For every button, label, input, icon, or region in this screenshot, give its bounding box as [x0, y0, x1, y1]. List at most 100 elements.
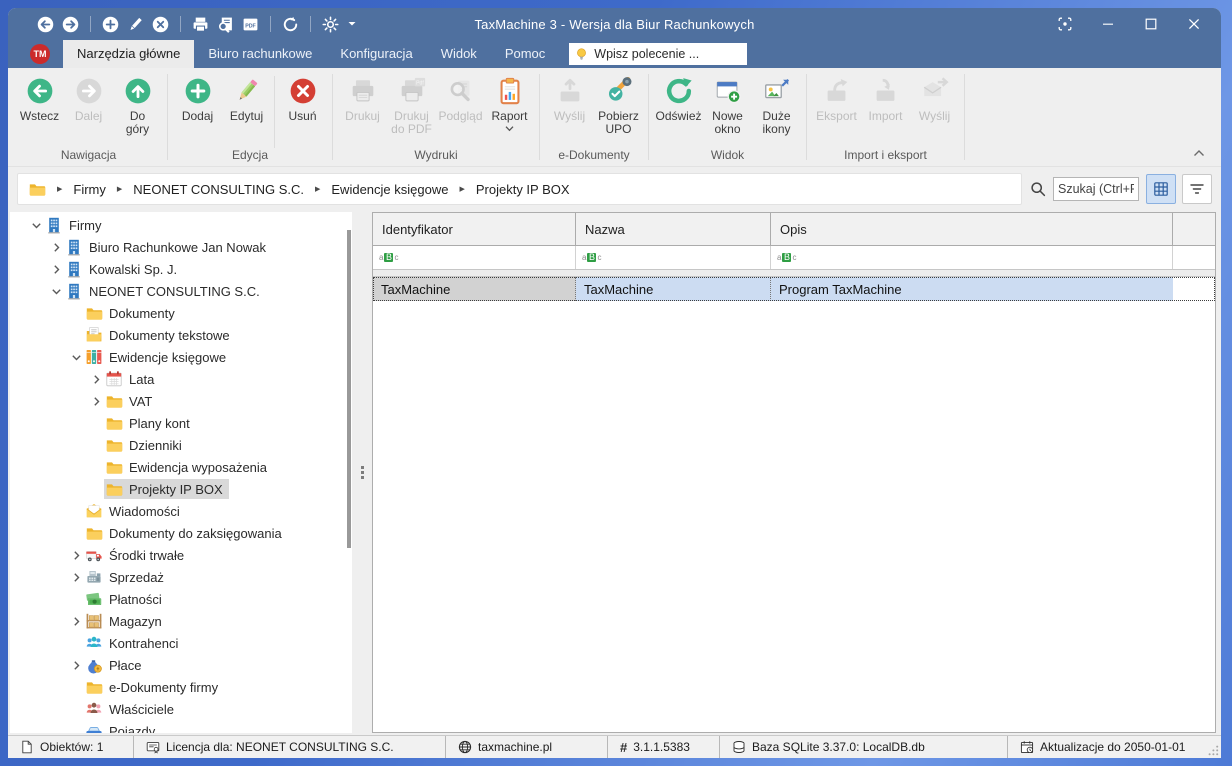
- tree-item[interactable]: Pojazdy: [10, 720, 352, 733]
- resize-grip-icon[interactable]: [1205, 742, 1219, 756]
- forward-icon: [74, 76, 104, 106]
- tab-widok[interactable]: Widok: [427, 40, 491, 68]
- column-header[interactable]: Opis: [771, 213, 1173, 245]
- tree-item[interactable]: e-Dokumenty firmy: [10, 676, 352, 698]
- tree-item[interactable]: Kowalski Sp. J.: [10, 258, 352, 280]
- chevron-down-icon[interactable]: [48, 286, 64, 297]
- panel-splitter[interactable]: [352, 212, 372, 733]
- breadcrumb[interactable]: ▶Firmy▶NEONET CONSULTING S.C.▶Ewidencje …: [17, 173, 1022, 205]
- chevron-right-icon[interactable]: [48, 264, 64, 275]
- table-cell[interactable]: TaxMachine: [576, 277, 771, 301]
- chevron-down-icon[interactable]: [68, 352, 84, 363]
- grid-view-button[interactable]: [1146, 174, 1176, 204]
- chevron-right-icon[interactable]: [68, 572, 84, 583]
- tree-item[interactable]: Płace: [10, 654, 352, 676]
- chevron-right-icon[interactable]: [68, 550, 84, 561]
- tree-item[interactable]: Lata: [10, 368, 352, 390]
- status-document: Obiektów: 1: [8, 736, 133, 758]
- table-row[interactable]: TaxMachineTaxMachineProgram TaxMachine: [373, 277, 1215, 301]
- chevron-down-icon[interactable]: [28, 220, 44, 231]
- table-cell[interactable]: TaxMachine: [373, 277, 576, 301]
- column-header[interactable]: Identyfikator: [373, 213, 576, 245]
- ribbon-button-back[interactable]: Wstecz: [15, 71, 64, 123]
- tree-item[interactable]: Dzienniki: [10, 434, 352, 456]
- breadcrumb-item[interactable]: Projekty IP BOX: [476, 182, 570, 197]
- qat-print-button[interactable]: [191, 15, 210, 34]
- tab-narzędzia-główne[interactable]: Narzędzia główne: [63, 40, 194, 68]
- tree-item-label: Pojazdy: [109, 724, 155, 734]
- tree-scrollbar[interactable]: [347, 230, 351, 548]
- qat-settings-button[interactable]: [321, 15, 340, 34]
- tree-item[interactable]: Dokumenty tekstowe: [10, 324, 352, 346]
- ribbon-button-edit[interactable]: Edytuj: [222, 71, 271, 123]
- qat-refresh-button[interactable]: [281, 15, 300, 34]
- minimize-button[interactable]: [1086, 8, 1129, 40]
- tree-item[interactable]: Ewidencja wyposażenia: [10, 456, 352, 478]
- ribbon-button-refresh[interactable]: Odśwież: [654, 71, 703, 123]
- tree-item[interactable]: Firmy: [10, 214, 352, 236]
- folder-icon: [105, 480, 123, 498]
- table-cell[interactable]: Program TaxMachine: [771, 277, 1173, 301]
- qat-add-button[interactable]: [101, 15, 120, 34]
- chevron-right-icon[interactable]: [68, 660, 84, 671]
- tree-item[interactable]: Biuro Rachunkowe Jan Nowak: [10, 236, 352, 258]
- tree-item[interactable]: Płatności: [10, 588, 352, 610]
- chevron-right-icon[interactable]: [88, 396, 104, 407]
- ribbon-button-upo[interactable]: PobierzUPO: [594, 71, 643, 136]
- ribbon-group-3: WyślijPobierzUPOe-Dokumenty: [540, 68, 648, 166]
- tree-item[interactable]: Środki trwałe: [10, 544, 352, 566]
- ribbon-button-delete[interactable]: Usuń: [278, 71, 327, 123]
- qat-forward-button[interactable]: [61, 15, 80, 34]
- tree-item[interactable]: Dokumenty do zaksięgowania: [10, 522, 352, 544]
- filter-cell[interactable]: aBc: [373, 246, 576, 269]
- tab-konfiguracja[interactable]: Konfiguracja: [326, 40, 426, 68]
- ribbon-collapse-button[interactable]: [1193, 147, 1205, 159]
- ribbon-group-1: DodajEdytujUsuńEdycja: [168, 68, 332, 166]
- ribbon-button-large-icons[interactable]: Dużeikony: [752, 71, 801, 136]
- ribbon-button-label: Drukuj: [345, 110, 380, 123]
- ribbon-button-add[interactable]: Dodaj: [173, 71, 222, 123]
- breadcrumb-item[interactable]: Ewidencje księgowe: [331, 182, 448, 197]
- tree-item-label: Kowalski Sp. J.: [89, 262, 177, 277]
- tree-item[interactable]: Magazyn: [10, 610, 352, 632]
- ribbon-button-up[interactable]: Dogóry: [113, 71, 162, 136]
- tree-item[interactable]: Właściciele: [10, 698, 352, 720]
- tree-item[interactable]: Kontrahenci: [10, 632, 352, 654]
- breadcrumb-item[interactable]: NEONET CONSULTING S.C.: [133, 182, 304, 197]
- tree-item[interactable]: Sprzedaż: [10, 566, 352, 588]
- dropdown-arrow-icon[interactable]: [348, 20, 356, 28]
- tree-item[interactable]: Dokumenty: [10, 302, 352, 324]
- chevron-right-icon[interactable]: [68, 616, 84, 627]
- dropdown-chevron-icon[interactable]: [505, 124, 514, 133]
- ribbon-button-report[interactable]: Raport: [485, 71, 534, 133]
- filter-cell[interactable]: aBc: [771, 246, 1173, 269]
- tab-pomoc[interactable]: Pomoc: [491, 40, 559, 68]
- add-icon: [102, 16, 119, 33]
- app-logo[interactable]: TM: [30, 44, 50, 64]
- qat-edit-button[interactable]: [126, 15, 145, 34]
- command-box[interactable]: Wpisz polecenie ...: [569, 43, 747, 65]
- maximize-button[interactable]: [1129, 8, 1172, 40]
- qat-print-pdf-button[interactable]: PDF: [241, 15, 260, 34]
- filter-button[interactable]: [1182, 174, 1212, 204]
- breadcrumb-item[interactable]: Firmy: [73, 182, 106, 197]
- tree-item[interactable]: NEONET CONSULTING S.C.: [10, 280, 352, 302]
- ribbon-button-new-window[interactable]: Noweokno: [703, 71, 752, 136]
- tree-item[interactable]: Wiadomości: [10, 500, 352, 522]
- qat-delete-button[interactable]: [151, 15, 170, 34]
- ribbon-group-buttons: WyślijPobierzUPO: [545, 71, 643, 148]
- tree-item[interactable]: Ewidencje księgowe: [10, 346, 352, 368]
- qat-back-button[interactable]: [36, 15, 55, 34]
- filter-cell[interactable]: aBc: [576, 246, 771, 269]
- close-button[interactable]: [1172, 8, 1215, 40]
- tree-item[interactable]: Plany kont: [10, 412, 352, 434]
- chevron-right-icon[interactable]: [48, 242, 64, 253]
- search-input[interactable]: [1053, 177, 1139, 201]
- tree-item[interactable]: Projekty IP BOX: [10, 478, 352, 500]
- column-header[interactable]: Nazwa: [576, 213, 771, 245]
- chevron-right-icon[interactable]: [88, 374, 104, 385]
- qat-print-preview-button[interactable]: [216, 15, 235, 34]
- tab-biuro-rachunkowe[interactable]: Biuro rachunkowe: [194, 40, 326, 68]
- focus-mode-button[interactable]: [1043, 8, 1086, 40]
- tree-item[interactable]: VAT: [10, 390, 352, 412]
